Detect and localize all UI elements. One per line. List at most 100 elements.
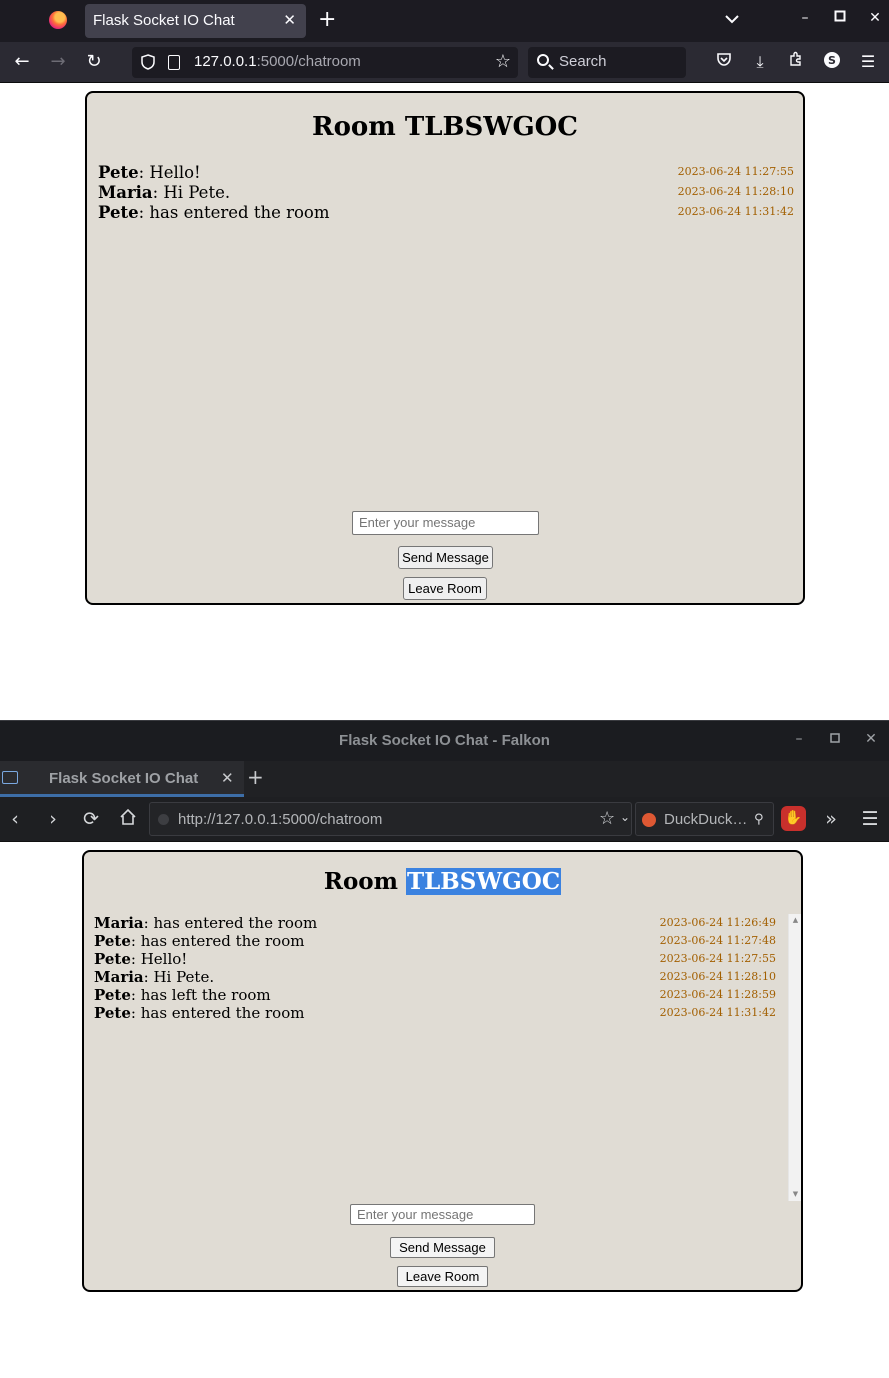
page-info-icon[interactable] bbox=[168, 55, 180, 70]
forward-arrow-icon[interactable]: → bbox=[46, 51, 70, 75]
shield-icon[interactable] bbox=[141, 54, 155, 70]
url-text[interactable]: 127.0.0.1:5000/chatroom bbox=[194, 53, 361, 70]
scroll-down-icon[interactable]: ▼ bbox=[791, 1190, 800, 1199]
back-chevron-icon[interactable]: ‹ bbox=[3, 808, 27, 832]
message-text: : has entered the room bbox=[130, 1004, 305, 1022]
account-icon[interactable]: S bbox=[821, 51, 843, 73]
close-tab-icon[interactable]: ✕ bbox=[221, 769, 234, 787]
message-timestamp: 2023-06-24 11:31:42 bbox=[659, 1006, 776, 1019]
chat-message: Pete: has entered the room 2023-06-24 11… bbox=[98, 203, 794, 223]
message-timestamp: 2023-06-24 11:28:10 bbox=[659, 970, 776, 983]
terminal-icon bbox=[2, 771, 18, 784]
scroll-up-icon[interactable]: ▲ bbox=[791, 916, 800, 925]
message-timestamp: 2023-06-24 11:27:55 bbox=[659, 952, 776, 965]
chat-message: Pete: has entered the room 2023-06-24 11… bbox=[94, 1004, 776, 1022]
maximize-icon[interactable] bbox=[827, 731, 843, 747]
message-list[interactable]: Maria: has entered the room 2023-06-24 1… bbox=[94, 914, 801, 1201]
bookmark-star-icon[interactable]: ☆ bbox=[495, 51, 511, 72]
search-icon[interactable]: ⚲ bbox=[754, 812, 764, 827]
adblock-icon[interactable]: ✋ bbox=[781, 806, 806, 831]
more-tools-icon[interactable]: » bbox=[819, 808, 843, 832]
firefox-tab-bar: Flask Socket IO Chat ✕ + – ✕ bbox=[0, 0, 889, 42]
falkon-tab-active[interactable]: Flask Socket IO Chat ✕ bbox=[0, 761, 244, 797]
message-text: : has entered the room bbox=[143, 914, 318, 932]
message-user: Pete bbox=[94, 950, 131, 968]
search-box[interactable]: DuckDuck… ⚲ bbox=[635, 802, 774, 836]
url-bar[interactable]: 127.0.0.1:5000/chatroom ☆ bbox=[132, 47, 518, 78]
firefox-tab-title: Flask Socket IO Chat bbox=[93, 12, 235, 29]
minimize-icon[interactable]: – bbox=[791, 731, 807, 747]
chat-message: Maria: Hi Pete. 2023-06-24 11:28:10 bbox=[98, 183, 794, 203]
search-box[interactable]: Search bbox=[528, 47, 686, 78]
message-user: Pete bbox=[94, 986, 131, 1004]
svg-text:S: S bbox=[828, 54, 836, 67]
pocket-icon[interactable] bbox=[713, 51, 735, 73]
firefox-logo-icon[interactable] bbox=[49, 11, 67, 29]
extensions-icon[interactable] bbox=[785, 51, 807, 73]
message-user: Pete bbox=[94, 1004, 131, 1022]
send-message-button[interactable]: Send Message bbox=[390, 1237, 495, 1258]
close-window-icon[interactable]: ✕ bbox=[867, 10, 883, 30]
message-user: Pete bbox=[94, 932, 131, 950]
chat-message: Maria: Hi Pete. 2023-06-24 11:28:10 bbox=[94, 968, 776, 986]
new-tab-icon[interactable]: + bbox=[247, 765, 264, 789]
message-text: : has entered the room bbox=[138, 203, 330, 222]
falkon-nav-bar: ‹ › ⟳ http://127.0.0.1:5000/chatroom ☆ ⌄… bbox=[0, 797, 889, 842]
chevron-down-icon[interactable]: ⌄ bbox=[620, 810, 630, 824]
firefox-viewport: Room TLBSWGOC Pete: Hello! 2023-06-24 11… bbox=[0, 83, 889, 720]
message-text: : Hello! bbox=[130, 950, 188, 968]
back-arrow-icon[interactable]: ← bbox=[10, 51, 34, 75]
chat-message: Pete: has left the room 2023-06-24 11:28… bbox=[94, 986, 776, 1004]
falkon-viewport: Room TLBSWGOC Maria: has entered the roo… bbox=[0, 842, 889, 1378]
url-bar[interactable]: http://127.0.0.1:5000/chatroom ☆ ⌄ bbox=[149, 802, 632, 836]
bookmark-star-icon[interactable]: ☆ bbox=[599, 808, 615, 829]
message-text: : Hello! bbox=[138, 163, 201, 182]
firefox-nav-bar: ← → ↻ 127.0.0.1:5000/chatroom ☆ Search ⤓… bbox=[0, 42, 889, 83]
search-engine-label: DuckDuck… bbox=[664, 811, 748, 828]
chat-message: Pete: has entered the room 2023-06-24 11… bbox=[94, 932, 776, 950]
site-info-icon[interactable] bbox=[158, 814, 169, 825]
close-tab-icon[interactable]: ✕ bbox=[283, 11, 296, 29]
leave-room-button[interactable]: Leave Room bbox=[397, 1266, 488, 1287]
falkon-tab-bar: Flask Socket IO Chat ✕ + bbox=[0, 761, 889, 797]
reload-icon[interactable]: ↻ bbox=[82, 51, 106, 75]
message-user: Maria bbox=[98, 183, 153, 202]
downloads-icon[interactable]: ⤓ bbox=[749, 51, 771, 73]
menu-icon[interactable]: ☰ bbox=[858, 808, 882, 832]
message-timestamp: 2023-06-24 11:26:49 bbox=[659, 916, 776, 929]
home-icon[interactable] bbox=[116, 808, 140, 832]
message-input[interactable]: Enter your message bbox=[350, 1204, 535, 1225]
message-user: Pete bbox=[98, 203, 139, 222]
room-heading: Room TLBSWGOC bbox=[323, 868, 562, 895]
send-message-button[interactable]: Send Message bbox=[398, 546, 493, 569]
message-list-scrollbar[interactable]: ▲ ▼ bbox=[788, 914, 801, 1201]
duckduckgo-icon bbox=[642, 813, 656, 827]
firefox-window: Flask Socket IO Chat ✕ + – ✕ ← → ↻ 127.0… bbox=[0, 0, 889, 720]
message-text: : Hi Pete. bbox=[143, 968, 215, 986]
close-window-icon[interactable]: ✕ bbox=[863, 731, 879, 747]
reload-icon[interactable]: ⟳ bbox=[79, 808, 103, 832]
menu-icon[interactable]: ☰ bbox=[857, 51, 879, 73]
url-text[interactable]: http://127.0.0.1:5000/chatroom bbox=[178, 811, 382, 828]
new-tab-icon[interactable]: + bbox=[318, 8, 336, 32]
chat-message: Pete: Hello! 2023-06-24 11:27:55 bbox=[94, 950, 776, 968]
message-timestamp: 2023-06-24 11:27:48 bbox=[659, 934, 776, 947]
message-input[interactable]: Enter your message bbox=[352, 511, 539, 535]
minimize-icon[interactable]: – bbox=[797, 10, 813, 30]
leave-room-button[interactable]: Leave Room bbox=[403, 577, 487, 600]
message-text: : has entered the room bbox=[130, 932, 305, 950]
chat-message: Maria: has entered the room 2023-06-24 1… bbox=[94, 914, 776, 932]
falkon-title-bar: Flask Socket IO Chat - Falkon – ✕ bbox=[0, 720, 889, 761]
chevron-down-icon[interactable] bbox=[722, 9, 742, 29]
message-timestamp: 2023-06-24 11:28:59 bbox=[659, 988, 776, 1001]
forward-chevron-icon[interactable]: › bbox=[41, 808, 65, 832]
message-text: : has left the room bbox=[130, 986, 271, 1004]
chat-message: Pete: Hello! 2023-06-24 11:27:55 bbox=[98, 163, 794, 183]
message-user: Maria bbox=[94, 914, 144, 932]
firefox-tab-active[interactable]: Flask Socket IO Chat ✕ bbox=[85, 4, 306, 38]
message-timestamp: 2023-06-24 11:27:55 bbox=[677, 165, 794, 178]
falkon-window: Flask Socket IO Chat - Falkon – ✕ Flask … bbox=[0, 720, 889, 1378]
selected-room-code[interactable]: TLBSWGOC bbox=[406, 868, 562, 895]
maximize-icon[interactable] bbox=[832, 10, 848, 30]
search-placeholder: Search bbox=[559, 53, 607, 70]
